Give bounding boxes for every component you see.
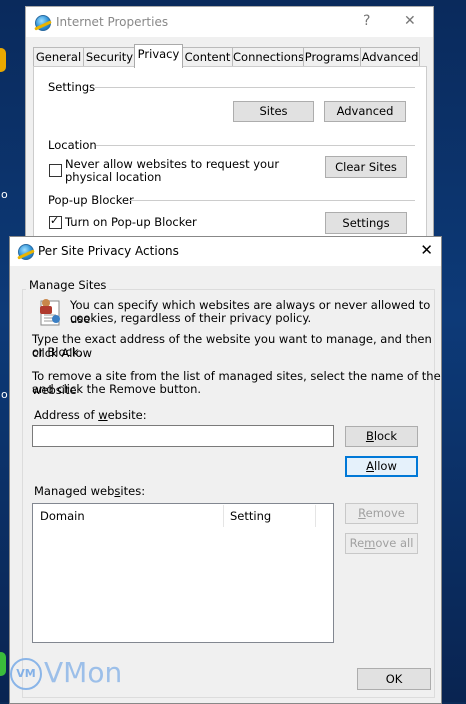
- address-input[interactable]: [32, 425, 334, 447]
- allow-button-label: llow: [374, 459, 397, 473]
- remove-button-mnemonic: R: [358, 506, 366, 520]
- privacy-tab-panel: Settings Sites Advanced Location Never a…: [33, 66, 427, 244]
- per-site-privacy-dialog: Per Site Privacy Actions ✕ Manage Sites …: [9, 236, 442, 704]
- divider: [95, 87, 415, 88]
- allow-button[interactable]: Allow: [345, 456, 418, 477]
- location-checkbox[interactable]: [49, 164, 62, 177]
- close-icon[interactable]: ✕: [420, 241, 433, 259]
- column-separator[interactable]: [315, 505, 316, 527]
- title-bar[interactable]: Internet Properties ? ✕: [26, 7, 433, 37]
- manage-sites-label: Manage Sites: [26, 278, 110, 292]
- managed-websites-label: Managed websites:: [34, 484, 145, 498]
- window-title: Internet Properties: [56, 15, 169, 29]
- block-button-label: lock: [373, 429, 398, 443]
- divider: [96, 145, 415, 146]
- desktop-label-fragment: o: [1, 188, 8, 201]
- settings-group-label: Settings: [48, 80, 96, 94]
- managed-sites-list[interactable]: Domain Setting: [32, 503, 334, 643]
- popup-settings-button[interactable]: Settings: [325, 212, 407, 234]
- desktop-label-fragment: o: [1, 388, 8, 401]
- block-button[interactable]: Block: [345, 426, 418, 447]
- divider: [128, 200, 415, 201]
- tab-connections[interactable]: Connections: [232, 47, 304, 67]
- address-label-mnemonic: w: [98, 408, 108, 422]
- column-header-domain[interactable]: Domain: [34, 505, 223, 527]
- tab-privacy[interactable]: Privacy: [134, 44, 183, 68]
- remove-all-mnemonic: m: [364, 536, 376, 550]
- advanced-button[interactable]: Advanced: [324, 101, 406, 122]
- managed-label-text: ites:: [120, 484, 146, 498]
- address-label-text: Address of: [34, 408, 99, 422]
- popup-blocker-checkbox[interactable]: [49, 214, 62, 229]
- location-group-label: Location: [48, 138, 97, 152]
- dialog-title: Per Site Privacy Actions: [38, 244, 179, 258]
- internet-globe-icon: [35, 15, 51, 31]
- tab-advanced[interactable]: Advanced: [360, 47, 420, 67]
- popup-blocker-group-label: Pop-up Blocker: [48, 193, 134, 207]
- popup-blocker-checkbox-label: Turn on Pop-up Blocker: [65, 215, 197, 229]
- clear-sites-button[interactable]: Clear Sites: [325, 156, 407, 178]
- title-bar[interactable]: Per Site Privacy Actions ✕: [10, 237, 441, 266]
- block-button-mnemonic: B: [365, 429, 374, 443]
- instructions-line1: Type the exact address of the website yo…: [32, 332, 432, 360]
- location-checkbox-label-cont: physical location: [65, 170, 162, 184]
- watermark-text: VMon: [44, 656, 123, 689]
- tab-security[interactable]: Security: [83, 47, 136, 67]
- help-button[interactable]: ?: [363, 13, 370, 29]
- desktop-icon-partial[interactable]: [0, 48, 6, 72]
- internet-globe-icon: [18, 244, 34, 260]
- managed-label-text: Managed web: [34, 484, 115, 498]
- desktop-icon-partial[interactable]: [0, 652, 6, 676]
- instructions-line2: or Block.: [32, 345, 83, 359]
- intro-text-line2: cookies, regardless of their privacy pol…: [70, 311, 312, 325]
- tab-content[interactable]: Content: [182, 47, 233, 67]
- tab-programs[interactable]: Programs: [303, 47, 361, 67]
- remove-button-label: emove: [365, 506, 405, 520]
- remove-all-label: Re: [349, 536, 365, 550]
- certificate-user-icon: [40, 299, 60, 326]
- allow-button-mnemonic: A: [366, 459, 375, 473]
- remove-all-button[interactable]: Remove all: [345, 533, 418, 554]
- column-header-setting[interactable]: Setting: [224, 505, 315, 527]
- remove-all-label: ove all: [375, 536, 414, 550]
- sites-button[interactable]: Sites: [233, 101, 314, 122]
- close-icon[interactable]: ✕: [404, 13, 416, 29]
- address-label-text: ebsite:: [107, 408, 147, 422]
- remove-instructions-line2: and click the Remove button.: [32, 382, 202, 396]
- address-label: Address of website:: [34, 408, 147, 422]
- remove-button[interactable]: Remove: [345, 503, 418, 524]
- ok-button[interactable]: OK: [357, 668, 431, 690]
- location-checkbox-label: Never allow websites to request your: [65, 157, 280, 171]
- watermark-badge: VM: [10, 658, 42, 690]
- internet-properties-window: Internet Properties ? ✕ General Security…: [25, 6, 434, 244]
- tab-general[interactable]: General: [33, 47, 84, 67]
